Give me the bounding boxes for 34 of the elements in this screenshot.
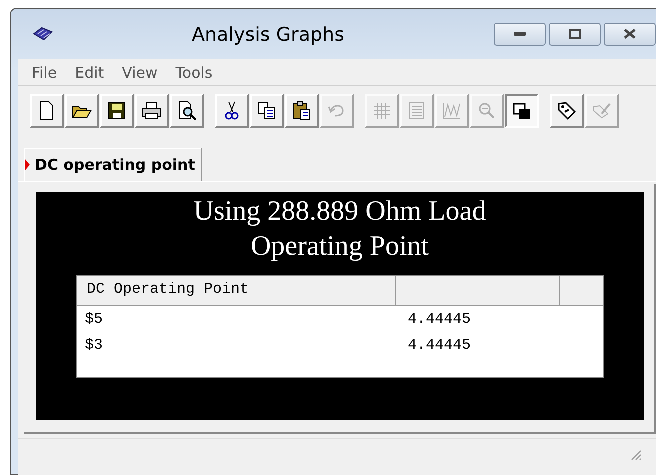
graph-icon xyxy=(442,101,462,121)
window-title: Analysis Graphs xyxy=(192,24,345,46)
menu-item[interactable]: View xyxy=(122,64,158,85)
clipboard-icon xyxy=(292,101,312,121)
menu-item[interactable]: File xyxy=(32,64,58,85)
marker-icon xyxy=(25,159,30,171)
magnifier-document-icon xyxy=(177,101,197,121)
minimize-icon xyxy=(514,32,526,36)
minimize-button[interactable] xyxy=(494,22,546,46)
close-icon xyxy=(624,29,636,39)
close-button[interactable] xyxy=(604,22,656,46)
app-icon xyxy=(32,26,54,42)
resize-grip-icon xyxy=(630,449,642,461)
zoom-icon xyxy=(477,101,497,121)
tag-icon xyxy=(557,101,577,121)
grid-icon xyxy=(372,101,392,121)
restore-icon xyxy=(569,29,581,39)
table-cell-text: 4.44445 xyxy=(407,310,472,328)
printer-icon xyxy=(142,101,162,121)
table-cell-text: $3 xyxy=(84,336,104,354)
toolbar-button[interactable] xyxy=(505,94,539,128)
panel-title: Operating Point xyxy=(250,230,430,264)
list-icon xyxy=(407,101,427,121)
windows-icon xyxy=(512,101,532,121)
pen-icon xyxy=(592,101,612,121)
table-cell-text: $5 xyxy=(84,310,104,328)
tab[interactable]: DC operating point xyxy=(24,148,202,181)
maximize-button[interactable] xyxy=(549,22,601,46)
table-cell-text: 4.44445 xyxy=(407,336,472,354)
menu-item[interactable]: Edit xyxy=(75,64,104,85)
floppy-icon xyxy=(107,101,127,121)
copy-icon xyxy=(257,101,277,121)
menu-item[interactable]: Tools xyxy=(176,64,213,85)
panel-title: Using 288.889 Ohm Load xyxy=(194,195,486,229)
